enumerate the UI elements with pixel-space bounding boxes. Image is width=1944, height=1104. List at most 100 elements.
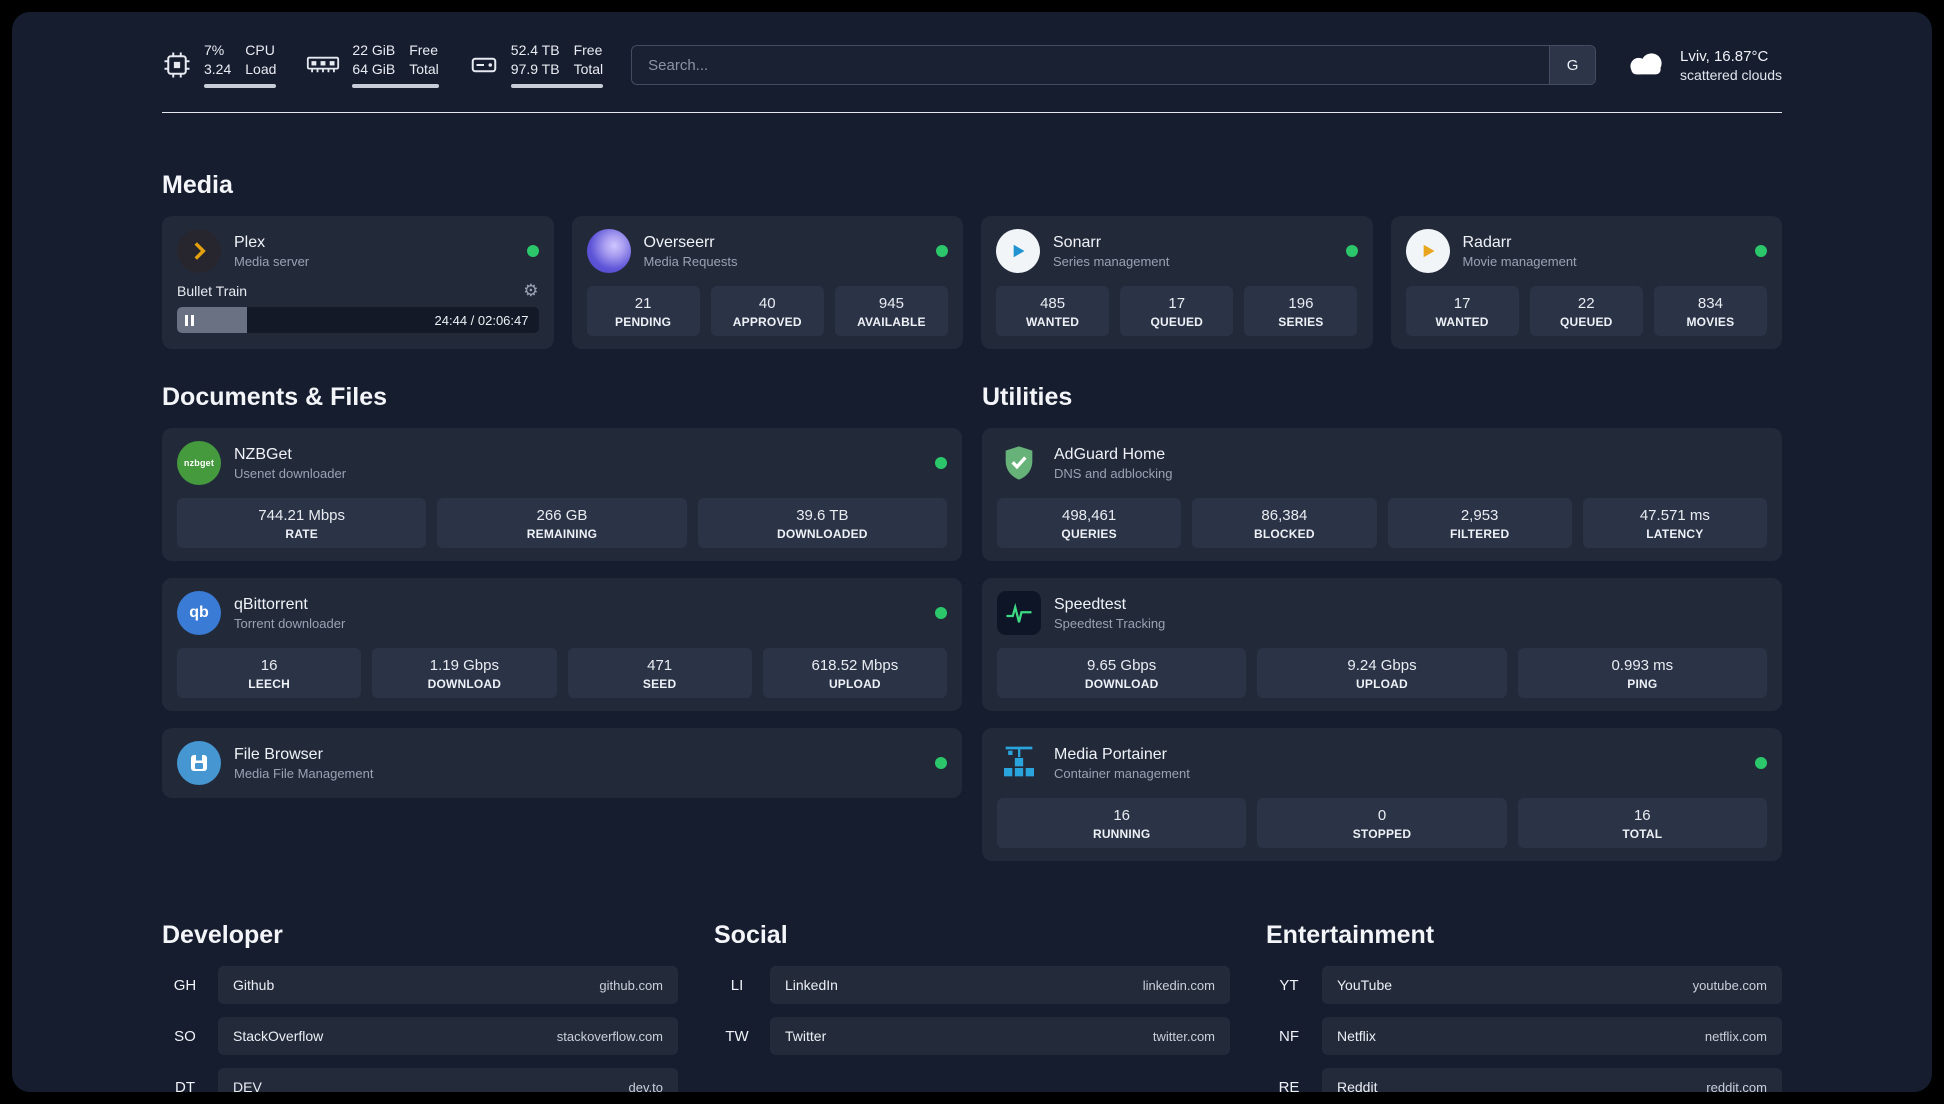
bookmark-youtube[interactable]: YouTube youtube.com xyxy=(1322,966,1782,1004)
bookmark-github[interactable]: Github github.com xyxy=(218,966,678,1004)
app-card-qbittorrent[interactable]: qb qBittorrent Torrent downloader 16 LEE… xyxy=(162,578,962,711)
settings-gear-icon[interactable]: ⚙ xyxy=(523,282,538,299)
cpu-usage-bar xyxy=(204,84,277,88)
memory-metric: 22 GiB 64 GiB Free Total xyxy=(306,42,439,88)
stat-value: 9.65 Gbps xyxy=(1087,657,1157,674)
stat-tile: 834 MOVIES xyxy=(1653,286,1767,336)
playback-progress-bar[interactable]: 24:44 / 02:06:47 xyxy=(177,307,539,333)
entertainment-section: Entertainment YT YouTube youtube.com NF … xyxy=(1266,921,1782,1092)
disk-usage-bar xyxy=(510,84,604,88)
bookmark-name: StackOverflow xyxy=(233,1028,324,1044)
bookmark-name: Reddit xyxy=(1337,1079,1378,1092)
app-card-plex[interactable]: Plex Media server Bullet Train ⚙ 24:44 /… xyxy=(162,216,554,349)
plex-icon xyxy=(177,229,221,273)
weather-condition: scattered clouds xyxy=(1680,66,1782,83)
stat-label: DOWNLOAD xyxy=(427,677,502,691)
cpu-load-value: 3.24 xyxy=(204,61,232,77)
search-bar: G xyxy=(631,45,1597,85)
bookmark-twitter[interactable]: Twitter twitter.com xyxy=(770,1017,1230,1055)
app-card-radarr[interactable]: Radarr Movie management 17 WANTED 22 QUE… xyxy=(1390,216,1782,349)
stat-label: RATE xyxy=(285,527,318,541)
stat-label: FILTERED xyxy=(1449,527,1510,541)
app-subtitle: Media File Management xyxy=(234,765,374,781)
bookmark-reddit[interactable]: Reddit reddit.com xyxy=(1322,1068,1782,1092)
app-name: Radarr xyxy=(1462,233,1512,251)
pause-icon xyxy=(185,314,194,326)
memory-total-label: Total xyxy=(409,61,439,77)
stat-tile: 9.65 Gbps DOWNLOAD xyxy=(997,648,1247,698)
overseerr-icon xyxy=(586,229,631,273)
disk-total-label: Total xyxy=(573,61,604,77)
stat-value: 744.21 Mbps xyxy=(258,507,346,524)
memory-free-label: Free xyxy=(409,42,439,58)
app-subtitle: Movie management xyxy=(1462,253,1577,269)
bookmark-abbr: YT xyxy=(1279,976,1299,994)
status-dot xyxy=(1755,245,1767,257)
search-input[interactable] xyxy=(631,45,1597,85)
cpu-icon xyxy=(162,50,192,80)
stat-label: UPLOAD xyxy=(1356,677,1408,691)
stat-label: REMAINING xyxy=(526,527,598,541)
stat-value: 485 xyxy=(1040,295,1066,312)
memory-usage-bar xyxy=(352,84,439,88)
app-name: Media Portainer xyxy=(1054,745,1167,763)
bookmark-linkedin[interactable]: LinkedIn linkedin.com xyxy=(770,966,1230,1004)
bookmark-stackoverflow[interactable]: StackOverflow stackoverflow.com xyxy=(218,1017,678,1055)
stat-label: BLOCKED xyxy=(1254,527,1315,541)
memory-icon xyxy=(306,54,340,76)
stat-value: 1.19 Gbps xyxy=(429,657,499,674)
bookmark-netflix[interactable]: Netflix netflix.com xyxy=(1322,1017,1782,1055)
weather-location: Lviv, 16.87°C xyxy=(1680,47,1769,65)
search-engine-button[interactable]: G xyxy=(1549,46,1596,84)
app-card-portainer[interactable]: Media Portainer Container management 16 … xyxy=(982,728,1782,861)
stat-value: 498,461 xyxy=(1062,507,1117,524)
developer-section: Developer GH Github github.com SO StackO… xyxy=(162,921,678,1092)
disk-free-label: Free xyxy=(573,42,603,58)
app-card-speedtest[interactable]: Speedtest Speedtest Tracking 9.65 Gbps D… xyxy=(982,578,1782,711)
stat-value: 9.24 Gbps xyxy=(1347,657,1417,674)
stat-tile: 618.52 Mbps UPLOAD xyxy=(762,648,947,698)
stat-value: 196 xyxy=(1288,295,1314,312)
social-section: Social LI LinkedIn linkedin.com TW Twitt… xyxy=(714,921,1230,1068)
section-title-media: Media xyxy=(162,171,233,199)
bookmark-row: YT YouTube youtube.com xyxy=(1266,966,1782,1004)
bookmark-name: Github xyxy=(233,977,275,993)
stat-value: 86,384 xyxy=(1261,507,1308,524)
bookmark-dev[interactable]: DEV dev.to xyxy=(218,1068,678,1092)
stat-value: 266 GB xyxy=(536,507,588,524)
stat-value: 471 xyxy=(647,657,673,674)
stat-value: 21 xyxy=(634,295,652,312)
status-dot xyxy=(935,457,947,469)
stat-tile: 945 AVAILABLE xyxy=(834,286,948,336)
stat-label: SEED xyxy=(642,677,677,691)
adguard-icon xyxy=(997,441,1041,485)
bookmark-url: stackoverflow.com xyxy=(556,1028,663,1044)
app-card-adguard[interactable]: AdGuard Home DNS and adblocking 498,461 … xyxy=(982,428,1782,561)
bookmark-url: twitter.com xyxy=(1152,1028,1215,1044)
app-subtitle: DNS and adblocking xyxy=(1054,465,1173,481)
app-card-overseerr[interactable]: Overseerr Media Requests 21 PENDING 40 A… xyxy=(571,216,963,349)
cpu-metric: 7% 3.24 CPU Load xyxy=(162,42,277,88)
app-card-nzbget[interactable]: nzbget NZBGet Usenet downloader 744.21 M… xyxy=(162,428,962,561)
stat-tile: 2,953 FILTERED xyxy=(1387,498,1572,548)
app-card-sonarr[interactable]: Sonarr Series management 485 WANTED 17 Q… xyxy=(981,216,1373,349)
bookmark-url: dev.to xyxy=(628,1079,663,1093)
app-card-filebrowser[interactable]: File Browser Media File Management xyxy=(162,728,962,798)
stat-value: 22 xyxy=(1577,295,1595,312)
stat-tile: 39.6 TB DOWNLOADED xyxy=(697,498,947,548)
stat-value: 0 xyxy=(1377,807,1387,824)
filebrowser-icon xyxy=(177,741,221,785)
qbittorrent-icon: qb xyxy=(177,591,221,635)
status-dot xyxy=(526,245,539,257)
system-metrics: 7% 3.24 CPU Load 22 GiB 64 GiB Free Tota… xyxy=(162,42,604,88)
bookmark-abbr: GH xyxy=(173,976,197,994)
status-dot xyxy=(935,607,947,619)
app-subtitle: Speedtest Tracking xyxy=(1054,615,1166,631)
section-title-entertainment: Entertainment xyxy=(1266,921,1435,949)
stat-tile: 86,384 BLOCKED xyxy=(1192,498,1377,548)
disk-free-value: 52.4 TB xyxy=(510,42,560,58)
app-name: qBittorrent xyxy=(234,595,308,613)
stat-tile: 9.24 Gbps UPLOAD xyxy=(1257,648,1507,698)
bookmark-name: DEV xyxy=(233,1079,262,1092)
stat-label: DOWNLOADED xyxy=(776,527,868,541)
